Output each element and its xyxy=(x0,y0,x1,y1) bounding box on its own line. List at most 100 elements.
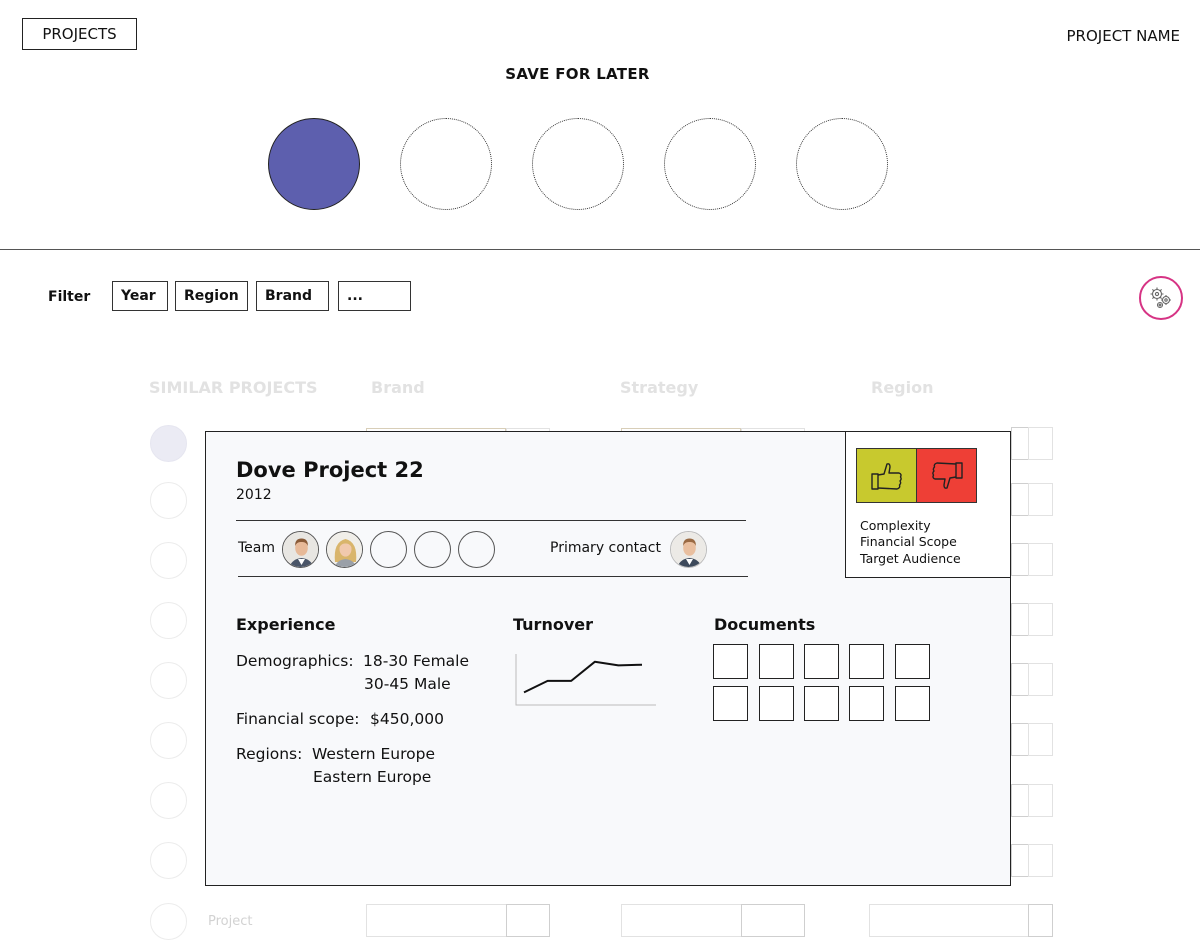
financial-scope-value: $450,000 xyxy=(370,710,444,728)
list-cell xyxy=(1011,663,1029,696)
saved-slot-filled[interactable] xyxy=(268,118,360,210)
header-divider xyxy=(0,249,1200,250)
project-year: 2012 xyxy=(236,487,272,503)
demographics-value: 18-30 Female xyxy=(363,652,470,670)
team-member-avatar[interactable] xyxy=(326,531,363,568)
documents-title: Documents xyxy=(714,615,816,634)
person-photo-icon xyxy=(283,532,318,567)
list-item-circle[interactable] xyxy=(150,482,187,519)
project-title: Dove Project 22 xyxy=(236,458,424,482)
list-cell xyxy=(621,904,742,937)
turnover-line xyxy=(523,660,643,694)
team-divider-bottom xyxy=(238,576,748,577)
list-cell xyxy=(1028,784,1053,817)
list-item-circle[interactable] xyxy=(150,903,187,940)
demographics-label: Demographics: xyxy=(236,652,354,670)
filter-label: Filter xyxy=(48,289,91,305)
document-thumbnail[interactable] xyxy=(759,686,794,721)
primary-contact-label: Primary contact xyxy=(550,540,661,556)
saved-slot-empty[interactable] xyxy=(532,118,624,210)
list-cell xyxy=(1011,844,1029,877)
region-value: Eastern Europe xyxy=(313,768,432,786)
similar-projects-header: SIMILAR PROJECTS xyxy=(149,378,318,397)
saved-slot-empty[interactable] xyxy=(664,118,756,210)
person-photo-icon xyxy=(671,532,706,567)
region-value: Western Europe xyxy=(312,745,436,763)
list-cell xyxy=(1028,483,1053,516)
document-thumbnail[interactable] xyxy=(895,686,930,721)
list-item-circle[interactable] xyxy=(150,602,187,639)
demographics-value: 30-45 Male xyxy=(364,675,451,693)
rating-criterion: Target Audience xyxy=(860,551,961,566)
list-item-label: Project xyxy=(208,914,253,929)
list-cell xyxy=(869,904,1029,937)
list-cell xyxy=(1028,603,1053,636)
gears-icon xyxy=(1150,287,1171,309)
list-cell xyxy=(1028,427,1053,460)
team-member-avatar[interactable] xyxy=(282,531,319,568)
list-cell xyxy=(1028,723,1053,756)
document-thumbnail[interactable] xyxy=(804,644,839,679)
team-label: Team xyxy=(238,540,276,556)
list-cell xyxy=(1011,483,1029,516)
rating-panel: Complexity Financial Scope Target Audien… xyxy=(845,431,1011,578)
turnover-title: Turnover xyxy=(513,615,593,634)
person-photo-icon xyxy=(327,532,362,567)
document-thumbnail[interactable] xyxy=(804,686,839,721)
list-cell xyxy=(1028,543,1053,576)
list-item-circle[interactable] xyxy=(150,842,187,879)
project-name: PROJECT NAME xyxy=(1066,27,1180,45)
list-item-circle[interactable] xyxy=(150,542,187,579)
list-cell xyxy=(1011,784,1029,817)
team-divider-top xyxy=(236,520,746,521)
filter-chip-more[interactable]: ... xyxy=(338,281,411,311)
region-column-header: Region xyxy=(871,378,934,397)
list-cell xyxy=(1028,663,1053,696)
saved-slot-empty[interactable] xyxy=(400,118,492,210)
projects-button[interactable]: PROJECTS xyxy=(22,18,137,50)
thumbs-up-button[interactable] xyxy=(856,448,917,503)
brand-column-header: Brand xyxy=(371,378,425,397)
rating-criterion: Financial Scope xyxy=(860,534,957,549)
regions-label: Regions: xyxy=(236,745,303,763)
document-thumbnail[interactable] xyxy=(895,644,930,679)
document-thumbnail[interactable] xyxy=(713,686,748,721)
list-cell xyxy=(1011,543,1029,576)
saved-slot-empty[interactable] xyxy=(796,118,888,210)
document-thumbnail[interactable] xyxy=(759,644,794,679)
rating-criterion: Complexity xyxy=(860,518,931,533)
experience-title: Experience xyxy=(236,615,336,634)
list-cell xyxy=(1011,603,1029,636)
list-item-circle[interactable] xyxy=(150,782,187,819)
filter-chip-brand[interactable]: Brand xyxy=(256,281,329,311)
team-member-placeholder[interactable] xyxy=(414,531,451,568)
turnover-sparkline xyxy=(515,654,656,706)
team-member-placeholder[interactable] xyxy=(370,531,407,568)
document-thumbnail[interactable] xyxy=(849,644,884,679)
list-cell xyxy=(1028,844,1053,877)
strategy-column-header: Strategy xyxy=(620,378,699,397)
project-detail-card: Dove Project 22 2012 Team Primary contac… xyxy=(205,431,1011,886)
list-cell xyxy=(506,904,550,937)
chart-axis xyxy=(515,654,656,706)
thumbs-down-icon xyxy=(931,461,963,489)
filter-chip-region[interactable]: Region xyxy=(175,281,248,311)
list-item-circle[interactable] xyxy=(150,662,187,699)
save-for-later-title: SAVE FOR LATER xyxy=(505,65,650,83)
list-cell xyxy=(366,904,507,937)
document-thumbnail[interactable] xyxy=(849,686,884,721)
filter-chip-year[interactable]: Year xyxy=(112,281,168,311)
financial-scope-label: Financial scope: xyxy=(236,710,360,728)
primary-contact-avatar[interactable] xyxy=(670,531,707,568)
document-thumbnail[interactable] xyxy=(713,644,748,679)
list-cell xyxy=(741,904,805,937)
list-item-circle[interactable] xyxy=(150,722,187,759)
list-cell xyxy=(1028,904,1053,937)
list-item-circle[interactable] xyxy=(150,425,187,462)
thumbs-up-icon xyxy=(870,462,902,490)
team-member-placeholder[interactable] xyxy=(458,531,495,568)
thumbs-down-button[interactable] xyxy=(916,448,977,503)
list-cell xyxy=(1011,427,1029,460)
settings-button[interactable] xyxy=(1139,276,1183,320)
list-cell xyxy=(1011,723,1029,756)
